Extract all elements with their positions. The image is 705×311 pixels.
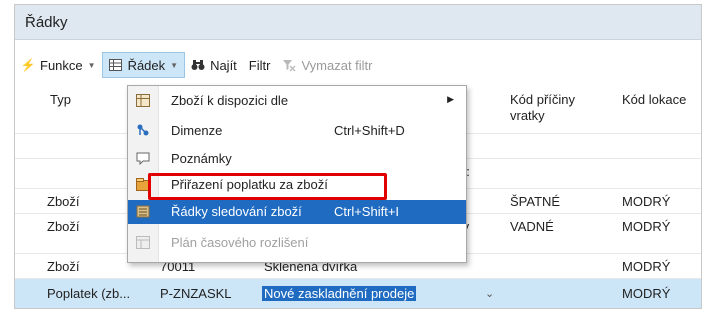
cell-location: MODRÝ <box>622 259 671 274</box>
cell-return-reason: VADNÉ <box>510 219 554 234</box>
filter-button[interactable]: Filtr <box>243 52 277 78</box>
binoculars-icon <box>191 58 205 72</box>
table-icon <box>109 58 123 72</box>
cell-type: Zboží <box>47 259 80 274</box>
cell-type: Poplatek (zb... <box>47 286 131 301</box>
chevron-down-icon: ▼ <box>87 60 96 70</box>
note-icon <box>135 151 150 165</box>
menu-item-label: Řádky sledování zboží <box>171 204 302 219</box>
column-header-location[interactable]: Kód lokace <box>622 92 686 108</box>
clear-filter-icon <box>282 58 296 72</box>
line-menu-button[interactable]: Řádek ▼ <box>101 52 186 78</box>
menu-item-label: Poznámky <box>171 151 232 166</box>
functions-button[interactable]: ⚡ Funkce ▼ <box>15 52 102 78</box>
lines-window: Řádky ⚡ Funkce ▼ Řádek ▼ Najít Filtr Vym… <box>14 4 702 309</box>
cell-location: MODRÝ <box>622 194 671 209</box>
cell-location: MODRÝ <box>622 219 671 234</box>
window-title: Řádky <box>15 5 701 40</box>
stock-grid-icon <box>135 93 150 107</box>
cell-number: P-ZNZASKL <box>160 286 232 301</box>
menu-item-availability[interactable]: Zboží k dispozici dle ▶ <box>128 89 466 111</box>
find-label: Najít <box>210 57 237 73</box>
functions-label: Funkce <box>40 57 83 73</box>
menu-item-notes[interactable]: Poznámky <box>128 147 466 169</box>
column-header-return-reason[interactable]: Kód příčiny vratky <box>510 92 600 124</box>
toolbar: ⚡ Funkce ▼ Řádek ▼ Najít Filtr Vymazat f… <box>15 50 701 80</box>
line-label: Řádek <box>127 57 166 73</box>
menu-item-deferral-schedule[interactable]: Plán časového rozlišení <box>128 231 466 253</box>
cell-return-reason: ŠPATNÉ <box>510 194 561 209</box>
menu-item-label: Zboží k dispozici dle <box>171 93 289 108</box>
cell-type: Zboží <box>47 194 80 209</box>
chevron-down-icon[interactable]: ⌄ <box>485 287 494 302</box>
find-button[interactable]: Najít <box>185 52 243 78</box>
column-header-type[interactable]: Typ <box>50 92 71 108</box>
menu-item-label: Plán časového rozlišení <box>171 235 309 250</box>
cell-type: Zboží <box>47 219 80 234</box>
lightning-icon: ⚡ <box>20 58 36 72</box>
cell-location: MODRÝ <box>622 286 671 301</box>
filter-label: Filtr <box>248 57 271 73</box>
menu-item-dimensions[interactable]: Dimenze Ctrl+Shift+D <box>128 119 466 141</box>
deferral-icon <box>135 235 150 249</box>
clear-filter-label: Vymazat filtr <box>301 57 373 73</box>
menu-item-label: Dimenze <box>171 123 223 138</box>
cell-description[interactable]: Nové zaskladnění prodeje <box>262 286 417 301</box>
submenu-arrow-icon: ▶ <box>447 94 454 104</box>
clear-filter-button[interactable]: Vymazat filtr <box>276 52 378 78</box>
dimensions-icon <box>135 123 150 137</box>
chevron-down-icon: ▼ <box>170 60 179 70</box>
menu-item-item-tracking-lines[interactable]: Řádky sledování zboží Ctrl+Shift+I <box>128 200 466 224</box>
annotation-highlight-box <box>148 173 387 200</box>
item-tracking-icon <box>135 204 150 218</box>
table-row-selected[interactable]: Poplatek (zb... P-ZNZASKL Nové zaskladně… <box>15 278 701 308</box>
menu-item-shortcut: Ctrl+Shift+D <box>334 123 405 138</box>
menu-item-shortcut: Ctrl+Shift+I <box>334 204 400 219</box>
